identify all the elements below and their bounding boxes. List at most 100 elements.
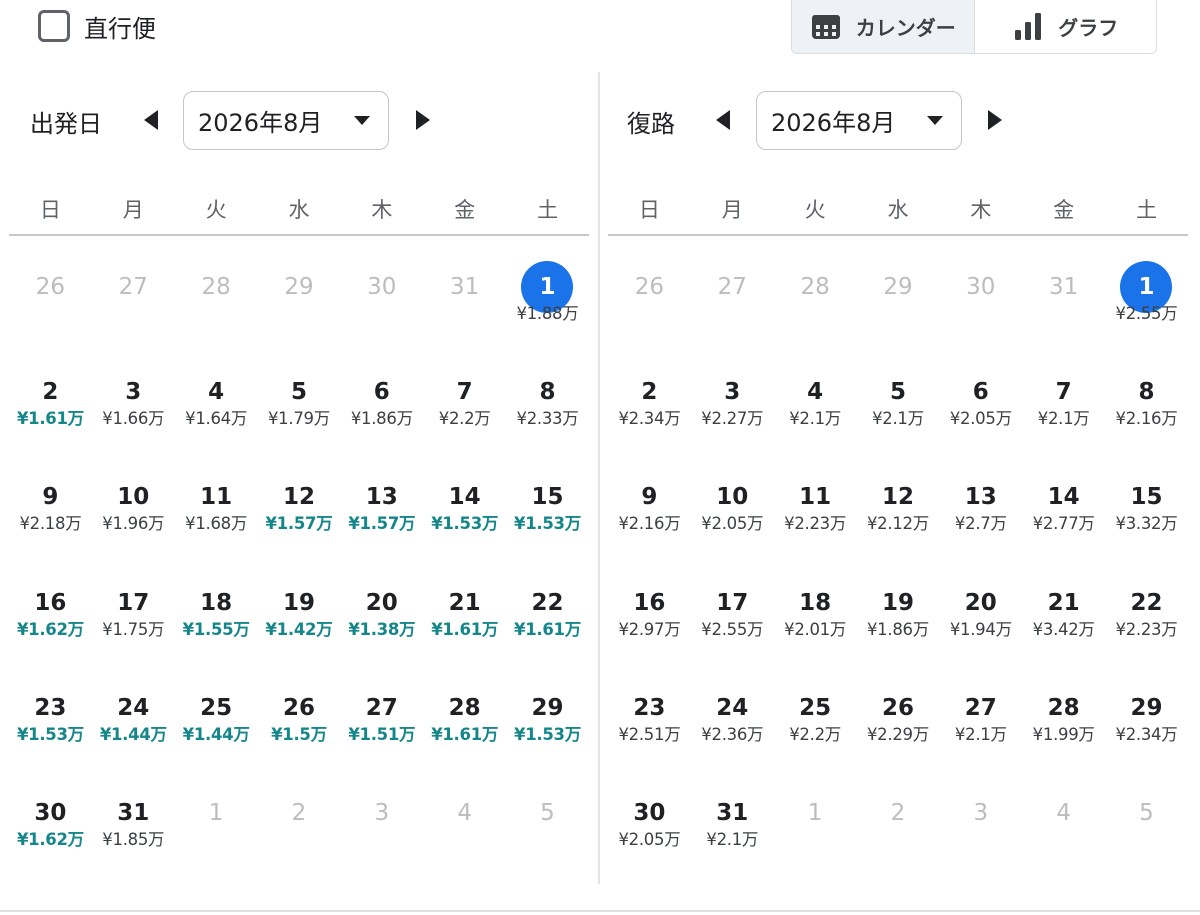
weekday-label: 水 — [288, 198, 310, 222]
return-next-month-button[interactable] — [983, 108, 1007, 132]
day-cell[interactable]: 10 ¥2.05万 — [691, 460, 774, 565]
day-cell[interactable]: 12 ¥2.12万 — [857, 460, 940, 565]
day-price: ¥1.68万 — [185, 514, 248, 534]
day-cell[interactable]: 14 ¥2.77万 — [1022, 460, 1105, 565]
day-cell[interactable]: 3 ¥1.66万 — [92, 355, 175, 460]
day-cell[interactable]: 9 ¥2.18万 — [9, 460, 92, 565]
day-cell[interactable]: 16 ¥1.62万 — [9, 566, 92, 671]
day-price: ¥2.34万 — [618, 409, 681, 429]
day-cell[interactable]: 27 ¥1.51万 — [340, 671, 423, 776]
day-cell[interactable]: 23 ¥2.51万 — [608, 671, 691, 776]
day-cell[interactable]: 5 ¥2.1万 — [857, 355, 940, 460]
day-cell[interactable]: 2 ¥1.61万 — [9, 355, 92, 460]
day-cell[interactable]: 5 ¥1.79万 — [258, 355, 341, 460]
day-cell[interactable]: 21 ¥1.61万 — [423, 566, 506, 671]
day-cell[interactable]: 24 ¥1.44万 — [92, 671, 175, 776]
outbound-next-month-button[interactable] — [411, 108, 435, 132]
weekday-label: 金 — [454, 198, 476, 222]
day-cell[interactable]: 27 ¥2.1万 — [939, 671, 1022, 776]
day-cell[interactable]: 21 ¥3.42万 — [1022, 566, 1105, 671]
day-price: ¥1.94万 — [949, 619, 1012, 639]
day-cell[interactable]: 29 ¥1.53万 — [506, 671, 589, 776]
day-cell[interactable]: 20 ¥1.38万 — [340, 566, 423, 671]
day-cell[interactable]: 25 ¥2.2万 — [774, 671, 857, 776]
weekday-label: 金 — [1053, 198, 1075, 222]
day-cell[interactable]: 8 ¥2.33万 — [506, 355, 589, 460]
day-cell[interactable]: 6 ¥1.86万 — [340, 355, 423, 460]
day-cell[interactable]: 17 ¥1.75万 — [92, 566, 175, 671]
day-cell[interactable]: 4 ¥2.1万 — [774, 355, 857, 460]
day-price: ¥2.23万 — [1115, 619, 1178, 639]
return-prev-month-button[interactable] — [711, 108, 735, 132]
day-cell-outside-month: 30 — [340, 250, 423, 355]
direct-flight-toggle[interactable]: 直行便 — [38, 6, 156, 46]
day-cell[interactable]: 18 ¥2.01万 — [774, 566, 857, 671]
day-cell[interactable]: 11 ¥2.23万 — [774, 460, 857, 565]
calendar-view-button[interactable]: カレンダー — [792, 0, 975, 53]
day-cell[interactable]: 26 ¥2.29万 — [857, 671, 940, 776]
return-month-select[interactable]: 2026年8月 — [756, 91, 962, 150]
day-price: ¥2.23万 — [784, 514, 847, 534]
day-price-low: ¥1.38万 — [348, 619, 416, 639]
day-cell[interactable]: 8 ¥2.16万 — [1105, 355, 1188, 460]
day-cell[interactable]: 26 ¥1.5万 — [258, 671, 341, 776]
day-cell-selected[interactable]: 1 ¥2.55万 — [1105, 250, 1188, 355]
day-cell[interactable]: 16 ¥2.97万 — [608, 566, 691, 671]
day-cell[interactable]: 2 ¥2.34万 — [608, 355, 691, 460]
day-price: ¥2.34万 — [1115, 724, 1178, 744]
day-cell[interactable]: 19 ¥1.86万 — [857, 566, 940, 671]
day-cell[interactable]: 25 ¥1.44万 — [175, 671, 258, 776]
day-cell[interactable]: 28 ¥1.99万 — [1022, 671, 1105, 776]
day-cell[interactable]: 10 ¥1.96万 — [92, 460, 175, 565]
day-cell[interactable]: 18 ¥1.55万 — [175, 566, 258, 671]
day-cell[interactable]: 7 ¥2.1万 — [1022, 355, 1105, 460]
day-cell-outside-month: 5 — [506, 776, 589, 881]
outbound-weekday-header: 日 月 火 水 木 金 土 — [9, 196, 589, 236]
day-cell[interactable]: 30 ¥2.05万 — [608, 776, 691, 881]
day-cell[interactable]: 15 ¥1.53万 — [506, 460, 589, 565]
day-price-low: ¥1.61万 — [514, 619, 581, 639]
return-month-value: 2026年8月 — [771, 109, 896, 137]
outbound-month-select[interactable]: 2026年8月 — [183, 91, 389, 150]
caret-down-icon — [354, 116, 370, 125]
day-cell[interactable]: 13 ¥2.7万 — [939, 460, 1022, 565]
day-cell-outside-month: 29 — [258, 250, 341, 355]
day-cell[interactable]: 12 ¥1.57万 — [258, 460, 341, 565]
day-cell[interactable]: 28 ¥1.61万 — [423, 671, 506, 776]
day-cell-selected[interactable]: 1 ¥1.88万 — [506, 250, 589, 355]
day-cell[interactable]: 29 ¥2.34万 — [1105, 671, 1188, 776]
day-cell-outside-month: 2 — [857, 776, 940, 881]
outbound-label: 出発日 — [30, 110, 102, 138]
direct-flight-checkbox[interactable] — [38, 10, 70, 42]
day-cell[interactable]: 9 ¥2.16万 — [608, 460, 691, 565]
day-cell[interactable]: 17 ¥2.55万 — [691, 566, 774, 671]
graph-view-button[interactable]: グラフ — [975, 0, 1157, 53]
day-price: ¥2.2万 — [789, 724, 841, 744]
day-cell[interactable]: 23 ¥1.53万 — [9, 671, 92, 776]
day-cell[interactable]: 19 ¥1.42万 — [258, 566, 341, 671]
day-price: ¥2.05万 — [618, 829, 681, 849]
day-cell[interactable]: 15 ¥3.32万 — [1105, 460, 1188, 565]
day-cell-outside-month: 27 — [691, 250, 774, 355]
day-cell[interactable]: 4 ¥1.64万 — [175, 355, 258, 460]
day-cell[interactable]: 22 ¥2.23万 — [1105, 566, 1188, 671]
day-cell[interactable]: 14 ¥1.53万 — [423, 460, 506, 565]
day-price: ¥2.12万 — [866, 514, 929, 534]
day-cell[interactable]: 31 ¥1.85万 — [92, 776, 175, 881]
day-cell[interactable]: 22 ¥1.61万 — [506, 566, 589, 671]
day-cell[interactable]: 7 ¥2.2万 — [423, 355, 506, 460]
day-cell[interactable]: 6 ¥2.05万 — [939, 355, 1022, 460]
day-number: 1 — [807, 799, 823, 826]
day-price-low: ¥1.61万 — [16, 409, 84, 429]
day-cell[interactable]: 31 ¥2.1万 — [691, 776, 774, 881]
day-cell[interactable]: 3 ¥2.27万 — [691, 355, 774, 460]
day-cell[interactable]: 13 ¥1.57万 — [340, 460, 423, 565]
day-price: ¥1.79万 — [267, 409, 330, 429]
day-price-low: ¥1.53万 — [514, 514, 581, 534]
day-cell[interactable]: 30 ¥1.62万 — [9, 776, 92, 881]
outbound-prev-month-button[interactable] — [139, 108, 163, 132]
day-cell[interactable]: 24 ¥2.36万 — [691, 671, 774, 776]
day-cell[interactable]: 20 ¥1.94万 — [939, 566, 1022, 671]
day-cell[interactable]: 11 ¥1.68万 — [175, 460, 258, 565]
day-number: 5 — [540, 799, 555, 826]
